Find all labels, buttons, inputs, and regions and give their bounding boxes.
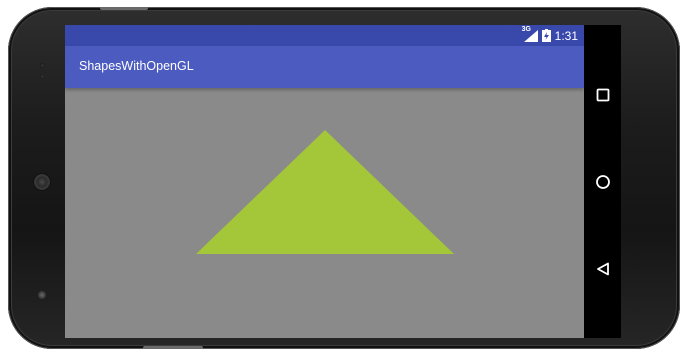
battery-charging-icon <box>541 29 551 42</box>
gl-canvas <box>196 130 454 254</box>
recents-square-icon <box>596 88 609 102</box>
app-title: ShapesWithOpenGL <box>79 59 194 73</box>
proximity-sensor <box>40 63 45 68</box>
triangle-shape <box>196 130 454 254</box>
back-button[interactable] <box>584 251 621 287</box>
device-screen: 3G 1:31 ShapesWithOpenGL <box>65 25 621 338</box>
front-speaker <box>34 174 50 190</box>
front-camera <box>38 291 46 299</box>
recents-button[interactable] <box>584 77 621 113</box>
opengl-surface[interactable] <box>65 88 584 338</box>
navigation-bar <box>584 25 621 338</box>
top-edge-marker <box>100 7 148 10</box>
status-bar: 3G 1:31 <box>65 25 584 46</box>
status-clock: 1:31 <box>554 28 578 43</box>
status-indicators: 3G 1:31 <box>522 25 578 46</box>
back-triangle-icon <box>596 262 609 276</box>
app-toolbar: ShapesWithOpenGL <box>65 46 584 88</box>
home-circle-icon <box>595 175 610 189</box>
home-button[interactable] <box>584 164 621 200</box>
network-type-label: 3G <box>521 25 531 33</box>
emulator-stage: 3G 1:31 ShapesWithOpenGL <box>0 0 684 353</box>
light-sensor <box>40 74 45 79</box>
signal-icon: 3G <box>522 26 538 42</box>
bottom-edge-marker <box>143 346 203 349</box>
